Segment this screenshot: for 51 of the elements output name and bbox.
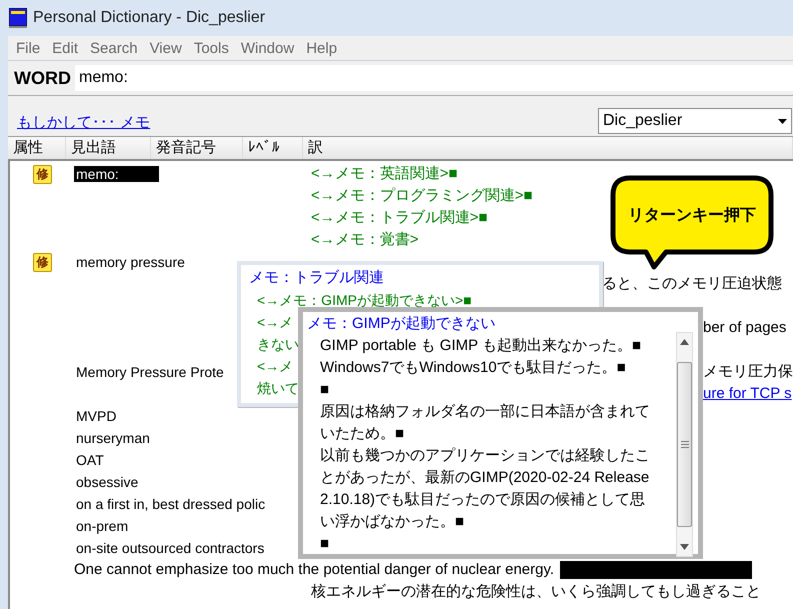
- suggestion-link[interactable]: もしかして･･･ メモ: [17, 113, 150, 132]
- translation-link[interactable]: ure for TCP s: [703, 383, 792, 405]
- popup-paragraph: Windows7でもWindows10でも駄目だった。■: [320, 358, 627, 378]
- headword[interactable]: obsessive: [74, 474, 140, 490]
- scroll-up-icon[interactable]: [680, 339, 689, 345]
- cross-reference-link[interactable]: <→メモ：トラブル関連>■: [311, 207, 488, 229]
- cross-reference-link[interactable]: <→メモ：英語関連>■: [311, 163, 458, 185]
- headword[interactable]: nurseryman: [74, 430, 152, 446]
- scroll-down-icon[interactable]: [680, 544, 689, 550]
- menu-item[interactable]: File: [10, 40, 46, 56]
- popup-reference[interactable]: <→メモ：GIMPが起動できない>■: [249, 289, 591, 311]
- menu-item[interactable]: Tools: [188, 40, 235, 56]
- popup-paragraph: 原因は格納フォルダ名の一部に日本語が含まれていたため。■: [320, 402, 651, 444]
- menu-item[interactable]: View: [144, 40, 188, 56]
- translation-text: ber of pages: [703, 318, 786, 338]
- dictionary-dropdown[interactable]: Dic_peslier: [598, 108, 792, 134]
- word-input-field[interactable]: memo:: [75, 65, 793, 91]
- headword[interactable]: on-prem: [74, 518, 130, 534]
- menu-item[interactable]: Edit: [46, 40, 84, 56]
- headword[interactable]: memory pressure: [74, 254, 187, 270]
- popup-paragraph: GIMP portable も GIMP も起動出来なかった。■: [320, 336, 642, 356]
- menu-item[interactable]: Search: [84, 40, 144, 56]
- popup-paragraph: ■: [320, 380, 330, 400]
- word-label: WORD: [14, 68, 71, 88]
- menu-item[interactable]: Help: [300, 40, 344, 56]
- cross-reference-link[interactable]: <→メモ：覚書>: [311, 229, 419, 251]
- menu-item[interactable]: Window: [234, 40, 300, 56]
- headword[interactable]: OAT: [74, 452, 106, 468]
- popup-title: メモ：GIMPが起動できない: [307, 314, 496, 334]
- headword[interactable]: on-site outsourced contractors: [74, 540, 266, 556]
- cross-reference-link[interactable]: <→メモ：プログラミング関連>■: [311, 185, 533, 207]
- headword[interactable]: memo:: [74, 166, 159, 182]
- headword[interactable]: on a first in, best dressed polic: [74, 496, 268, 512]
- headword[interactable]: MVPD: [74, 408, 118, 424]
- translation-text: 核エネルギーの潜在的な危険性は、いくら強調してもし過ぎること: [311, 583, 761, 600]
- scroll-thumb[interactable]: [677, 362, 692, 527]
- scrollbar[interactable]: [676, 332, 693, 557]
- attribute-badge: 修: [33, 253, 52, 272]
- popup-title: メモ：トラブル関連: [249, 268, 385, 288]
- translation-text: メモリ圧力保: [703, 362, 793, 382]
- attribute-badge: 修: [33, 165, 52, 184]
- grip-icon: [680, 441, 688, 448]
- translation-text: ると、このメモリ圧迫状態: [602, 274, 782, 294]
- app-icon: [9, 8, 27, 28]
- headword[interactable]: Memory Pressure Prote: [74, 364, 226, 380]
- popup-paragraph: ■: [320, 534, 330, 554]
- callout-text: リターンキー押下: [627, 206, 757, 226]
- popup-paragraph: 以前も幾つかのアプリケーションでは経験したことがあったが、最新のGIMP(2020-02-24 Release 2.10.18)でも駄目だったので原因の候補として思い浮かばなかった。■: [320, 446, 651, 532]
- caret-icon: [778, 118, 787, 124]
- example-sentence: One cannot emphasize too much the potential danger of nuclear energy.: [74, 560, 554, 580]
- window-title: Personal Dictionary - Dic_peslier: [33, 9, 266, 27]
